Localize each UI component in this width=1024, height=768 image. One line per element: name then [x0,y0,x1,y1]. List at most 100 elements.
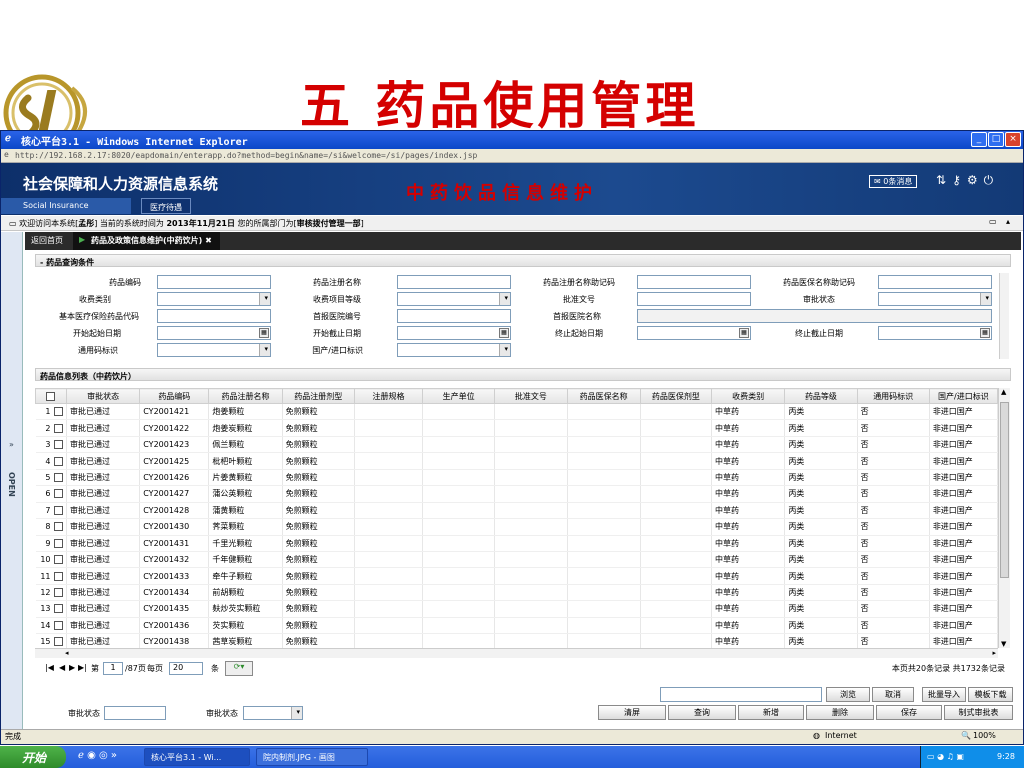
calendar-icon[interactable]: ▦ [980,328,990,338]
row-checkbox[interactable] [53,538,63,548]
maximize-button[interactable]: □ [988,132,1004,147]
table-row[interactable]: 10 审批已通过 CY2001432 千年健颗粒 免煎颗粒 中草药 丙类否非进口国产 [35,551,999,569]
drug-reg-name-input[interactable] [397,275,511,289]
table-hscrollbar[interactable]: ◂ ▸ [35,648,998,658]
first-hospital-name-input[interactable] [637,309,992,323]
col-header[interactable]: 药品医保剂型 [639,388,713,404]
col-header[interactable]: 生产单位 [422,388,496,404]
page-input[interactable]: 1 [103,662,123,675]
col-header[interactable]: 药品注册剂型 [281,388,355,404]
query-button[interactable]: 查询 [668,705,736,720]
messages-button[interactable]: ✉ 0条消息 [869,175,918,188]
row-checkbox[interactable] [53,423,63,433]
next-page-icon[interactable]: ▶ [69,663,75,672]
table-row[interactable]: 12 审批已通过 CY2001434 前胡颗粒 免煎颗粒 中草药 丙类否非进口国产 [35,584,999,602]
tab-medical[interactable]: 医疗待遇 [141,198,191,214]
per-page-input[interactable]: 20 [169,662,203,675]
prev-page-icon[interactable]: ◀ [59,663,65,672]
col-header[interactable]: 国产/进口标识 [928,388,999,404]
row-checkbox[interactable] [53,505,63,515]
row-checkbox[interactable] [53,522,63,532]
col-header[interactable]: 通用码标识 [856,388,930,404]
save-button[interactable]: 保存 [876,705,942,720]
table-row[interactable]: 9 审批已通过 CY2001431 千里光颗粒 免煎颗粒 中草药 丙类否非进口国产 [35,535,999,552]
select-all-header[interactable] [35,388,67,404]
zoom-icon[interactable]: 🔍 [961,731,971,740]
last-page-icon[interactable]: ▶| [78,663,87,672]
add-button[interactable]: 新增 [738,705,804,720]
row-checkbox[interactable] [53,489,63,499]
select-all-checkbox[interactable] [46,391,56,401]
tab-home[interactable]: 返回首页 [31,235,63,246]
table-row[interactable]: 11 审批已通过 CY2001433 牵牛子颗粒 免煎颗粒 中草药 丙类否非进口国产 [35,567,999,585]
col-header[interactable]: 收费类别 [711,388,786,404]
collapse-icon[interactable]: ▴ [1006,217,1010,226]
delete-button[interactable]: 删除 [806,705,874,720]
row-checkbox[interactable] [53,407,63,417]
row-checkbox[interactable] [53,456,63,466]
approval-status-select[interactable]: ▾ [878,292,992,306]
row-checkbox[interactable] [53,555,63,565]
go-button[interactable]: ⟳▾ [225,661,253,676]
close-button[interactable]: × [1005,132,1021,147]
table-row[interactable]: 13 审批已通过 CY2001435 麸炒芡实颗粒 免煎颗粒 中草药 丙类否非进口国产 [35,600,999,618]
row-checkbox[interactable] [53,637,63,647]
expand-icon[interactable]: » [9,440,14,449]
row-checkbox[interactable] [53,604,63,614]
status-filter-select[interactable]: ▾ [243,706,303,720]
first-page-icon[interactable]: |◀ [45,663,54,672]
task-ie[interactable]: 核心平台3.1 - Wi... [144,748,250,766]
med-ins-mnemonic-input[interactable] [878,275,992,289]
quicklaunch-icons[interactable]: ℯ ◉ ◎ » [78,750,117,761]
scroll-right-icon[interactable]: ▸ [992,649,996,657]
gear-icon[interactable]: ⚙ [967,173,984,187]
row-checkbox[interactable] [53,440,63,450]
key-icon[interactable]: ⚷ [952,173,967,187]
table-row[interactable]: 8 审批已通过 CY2001430 荠菜颗粒 免煎颗粒 中草药 丙类否非进口国产 [35,518,999,536]
col-header[interactable]: 药品编码 [139,388,210,404]
start-button[interactable]: 开始 [0,746,66,768]
reg-name-mnemonic-input[interactable] [637,275,751,289]
address-bar[interactable]: e http://192.168.2.17:8020/eapdomain/ent… [1,149,1023,163]
browse-button[interactable]: 浏览 [826,687,870,702]
table-row[interactable]: 1 审批已通过 CY2001421 炮姜颗粒 免煎颗粒 中草药 丙类否非进口国产 [35,403,999,421]
col-header[interactable]: 药品等级 [784,388,858,404]
restore-icon[interactable]: ▭ [989,217,997,226]
col-header[interactable]: 药品注册名称 [208,388,283,404]
tab-current[interactable]: ▶ 药品及政策信息维护(中药饮片) ✖ [73,232,220,250]
cancel-button[interactable]: 取消 [872,687,914,702]
scroll-down-icon[interactable]: ▼ [1001,640,1006,648]
row-checkbox[interactable] [53,472,63,482]
power-icon[interactable]: ⏻ [984,173,1000,187]
close-tab-icon[interactable]: ✖ [205,236,212,245]
table-row[interactable]: 5 审批已通过 CY2001426 片姜黄颗粒 免煎颗粒 中草药 丙类否非进口国产 [35,469,999,487]
scroll-up-icon[interactable]: ▲ [1001,388,1006,396]
query-scrollbar[interactable] [999,273,1009,359]
col-header[interactable]: 审批状态 [65,388,141,404]
make-approval-button[interactable]: 制式审批表 [944,705,1013,720]
table-row[interactable]: 4 审批已通过 CY2001425 枇杷叶颗粒 免煎颗粒 中草药 丙类否非进口国产 [35,452,999,470]
col-header[interactable]: 批准文号 [494,388,568,404]
query-section-header[interactable]: - 药品查询条件 [35,254,1011,267]
table-row[interactable]: 6 审批已通过 CY2001427 蒲公英颗粒 免煎颗粒 中草药 丙类否非进口国产 [35,485,999,503]
scroll-left-icon[interactable]: ◂ [65,649,69,657]
clear-button[interactable]: 清屏 [598,705,666,720]
end-end-date-input[interactable]: ▦ [878,326,992,340]
task-paint[interactable]: 院内制剂.JPG - 画图 [256,748,368,766]
tray-icons[interactable]: ▭ ◕ ♫ ▣ [927,752,964,761]
table-row[interactable]: 2 审批已通过 CY2001422 炮姜炭颗粒 免煎颗粒 中草药 丙类否非进口国产 [35,419,999,437]
file-path-input[interactable] [660,687,822,702]
scroll-thumb[interactable] [1000,402,1009,578]
row-checkbox[interactable] [53,620,63,630]
template-download-button[interactable]: 模板下载 [968,687,1013,702]
list-section-header[interactable]: 药品信息列表（中药饮片） [35,368,1011,381]
table-scrollbar[interactable]: ▲ ▼ [998,388,1010,648]
left-strip[interactable]: » OPEN [1,232,23,732]
batch-import-button[interactable]: 批量导入 [922,687,966,702]
zoom-level[interactable]: 100% [973,731,996,740]
minimize-button[interactable]: _ [971,132,987,147]
row-checkbox[interactable] [53,588,63,598]
col-header[interactable]: 药品医保名称 [566,388,641,404]
table-row[interactable]: 3 审批已通过 CY2001423 佩兰颗粒 免煎颗粒 中草药 丙类否非进口国产 [35,436,999,454]
col-header[interactable]: 注册规格 [353,388,424,404]
